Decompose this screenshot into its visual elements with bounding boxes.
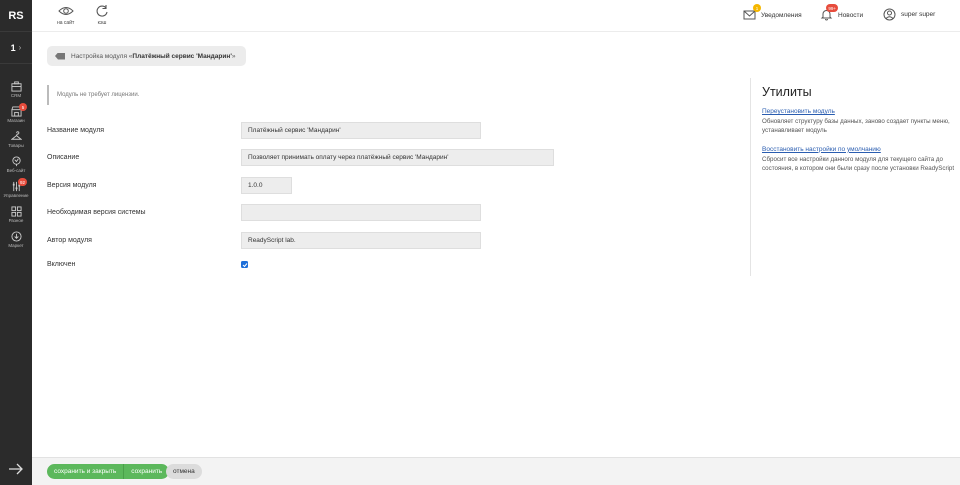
- sidebar-item-shop[interactable]: 5 Магазин: [0, 102, 32, 126]
- to-site-button[interactable]: на сайт: [57, 4, 74, 26]
- module-name-label: Название модуля: [47, 127, 105, 134]
- module-version-field: 1.0.0: [241, 177, 292, 194]
- site-switcher[interactable]: 1 ›: [0, 32, 32, 64]
- cache-label: кэш: [97, 20, 107, 26]
- author-field: ReadyScript lab.: [241, 232, 481, 249]
- utilities-panel: Утилиты Переустановить модуль Обновляет …: [750, 78, 960, 276]
- sidebar-item-crm[interactable]: CRM: [0, 77, 32, 101]
- sidebar-item-label: Управление: [3, 192, 29, 198]
- shop-badge: 5: [19, 103, 27, 111]
- restore-description: Сбросит все настройки данного модуля для…: [762, 155, 955, 172]
- license-note: Модуль не требует лицензии.: [47, 85, 139, 105]
- chevron-right-icon: ›: [18, 43, 22, 52]
- breadcrumb[interactable]: Настройка модуля «Платёжный сервис 'Манд…: [47, 46, 246, 66]
- download-icon: [10, 230, 22, 242]
- system-version-field: [241, 204, 481, 221]
- news-button[interactable]: 99+ Новости: [820, 4, 864, 23]
- logo[interactable]: RS: [0, 0, 32, 32]
- author-label: Автор модуля: [47, 237, 92, 244]
- sidebar-item-label: Маркет: [8, 242, 24, 248]
- system-version-label: Необходимая версия системы: [47, 209, 146, 216]
- hanger-icon: [10, 130, 22, 140]
- news-label: Новости: [838, 12, 864, 19]
- sidebar: RS 1 › CRM 5 Магазин Товары Веб-сайт 92 …: [0, 0, 32, 485]
- eye-icon: [57, 7, 74, 15]
- refresh-icon: [96, 5, 108, 17]
- website-icon: [11, 155, 21, 166]
- sidebar-item-management[interactable]: 92 Управление: [0, 177, 32, 201]
- reinstall-module-link[interactable]: Переустановить модуль: [762, 108, 960, 115]
- sidebar-expand-button[interactable]: [0, 463, 32, 475]
- sidebar-item-website[interactable]: Веб-сайт: [0, 152, 32, 176]
- top-bar: на сайт кэш 1 Уведомления 99+ Новости su…: [32, 0, 960, 32]
- reinstall-description: Обновляет структуру базы данных, заново …: [762, 118, 950, 135]
- breadcrumb-module: Платёжный сервис 'Мандарин': [132, 52, 232, 60]
- arrow-right-icon: [9, 463, 23, 475]
- cache-button[interactable]: кэш: [94, 4, 110, 26]
- to-site-label: на сайт: [57, 20, 75, 26]
- breadcrumb-suffix: »: [231, 52, 236, 60]
- user-icon: [883, 8, 896, 21]
- module-name-field: Платёжный сервис 'Мандарин': [241, 122, 481, 139]
- save-button-group: сохранить и закрыть сохранить: [47, 464, 170, 479]
- utilities-title: Утилиты: [762, 85, 812, 99]
- notifications-label: Уведомления: [761, 12, 802, 19]
- breadcrumb-text: Настройка модуля «Платёжный сервис 'Манд…: [71, 53, 236, 60]
- main-content: Настройка модуля «Платёжный сервис 'Манд…: [32, 33, 960, 457]
- crm-icon: [10, 80, 22, 92]
- grid-icon: [10, 205, 22, 217]
- sidebar-item-market[interactable]: Маркет: [0, 227, 32, 251]
- sidebar-item-misc[interactable]: Разное: [0, 202, 32, 226]
- sidebar-item-label: CRM: [10, 92, 22, 98]
- module-version-label: Версия модуля: [47, 182, 97, 189]
- notifications-button[interactable]: 1 Уведомления: [743, 4, 802, 23]
- sidebar-item-label: Разное: [8, 217, 24, 223]
- sidebar-item-label: Товары: [8, 142, 24, 148]
- description-label: Описание: [47, 154, 80, 161]
- cancel-button[interactable]: отмена: [166, 464, 202, 479]
- breadcrumb-prefix: Настройка модуля «: [71, 52, 133, 60]
- description-field: Позволяет принимать оплату через платёжн…: [241, 149, 554, 166]
- sidebar-item-label: Магазин: [7, 117, 25, 123]
- management-badge: 92: [17, 178, 27, 186]
- enabled-label: Включен: [47, 261, 76, 268]
- user-name: super super: [901, 11, 936, 18]
- news-badge: 99+: [826, 4, 838, 12]
- user-menu[interactable]: super super: [883, 8, 935, 21]
- sidebar-item-products[interactable]: Товары: [0, 127, 32, 151]
- restore-defaults-link[interactable]: Восстановить настройки по умолчанию: [762, 146, 960, 153]
- bottom-bar: сохранить и закрыть сохранить отмена: [32, 457, 960, 485]
- checkmark-icon: [242, 262, 247, 267]
- sidebar-item-label: Веб-сайт: [6, 167, 26, 173]
- save-button[interactable]: сохранить: [124, 464, 170, 479]
- notifications-badge: 1: [753, 4, 761, 12]
- save-and-close-button[interactable]: сохранить и закрыть: [47, 464, 125, 479]
- enabled-checkbox[interactable]: [241, 261, 248, 268]
- site-number: 1: [10, 42, 16, 53]
- back-arrow-icon: [55, 52, 65, 60]
